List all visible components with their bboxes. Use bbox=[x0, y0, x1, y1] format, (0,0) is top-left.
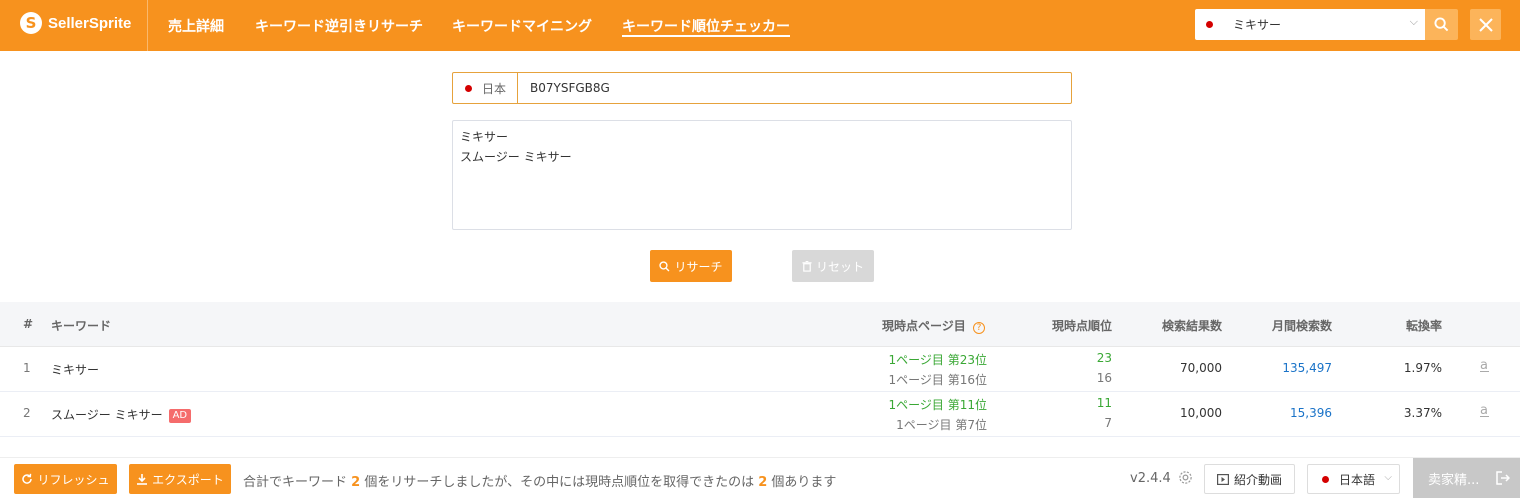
row-index: 2 bbox=[23, 406, 31, 420]
summary-text: 合計でキーワード 2 個をリサーチしましたが、その中には現時点順位を取得できたの… bbox=[243, 475, 837, 490]
version-label: v2.4.4 bbox=[1130, 471, 1171, 486]
nav-label: キーワード逆引きリサーチ bbox=[255, 18, 423, 35]
table-row: 2 スムージー ミキサー AD 1ページ目 第11位 1ページ目 第7位 11 7… bbox=[0, 392, 1520, 437]
help-icon[interactable]: ? bbox=[973, 322, 985, 334]
row-rank-sub: 7 bbox=[1104, 416, 1112, 430]
gear-icon[interactable] bbox=[1178, 470, 1193, 489]
jp-flag-icon bbox=[1206, 21, 1213, 28]
divider bbox=[147, 0, 148, 51]
row-monthly-link[interactable]: 15,396 bbox=[1290, 406, 1332, 420]
marketplace-select[interactable]: 日本 bbox=[453, 73, 518, 103]
col-current-rank: 現時点順位 bbox=[1051, 319, 1112, 333]
row-conversion: 1.97% bbox=[1403, 361, 1442, 375]
col-results: 検索結果数 bbox=[1161, 319, 1222, 333]
col-monthly-searches: 月間検索数 bbox=[1271, 319, 1332, 333]
row-conversion: 3.37% bbox=[1403, 406, 1442, 420]
logo-text: SellerSprite bbox=[48, 14, 132, 32]
summary-count: 2 bbox=[351, 475, 361, 490]
row-page-main: 1ページ目 第11位 bbox=[888, 398, 987, 412]
summary-count: 2 bbox=[758, 475, 768, 490]
row-keyword[interactable]: スムージー ミキサー bbox=[51, 408, 163, 422]
download-icon bbox=[137, 474, 148, 485]
row-keyword[interactable]: ミキサー bbox=[51, 361, 99, 378]
row-page-sub: 1ページ目 第16位 bbox=[888, 373, 987, 387]
row-rank-main: 23 bbox=[1096, 351, 1112, 365]
row-results: 10,000 bbox=[1180, 406, 1222, 420]
reset-label: リセット bbox=[815, 259, 864, 274]
logout-icon bbox=[1496, 471, 1510, 485]
col-index: # bbox=[23, 317, 34, 331]
keywords-textarea[interactable]: ミキサー スムージー ミキサー bbox=[452, 120, 1072, 230]
language-select[interactable]: 日本語 ⌵ bbox=[1307, 464, 1400, 494]
header-search-select[interactable]: ミキサー ⌵ bbox=[1195, 9, 1425, 40]
refresh-icon bbox=[22, 473, 33, 484]
search-icon bbox=[659, 260, 670, 271]
play-icon bbox=[1216, 473, 1229, 485]
close-button[interactable] bbox=[1470, 9, 1501, 40]
ad-badge: AD bbox=[168, 409, 192, 423]
active-underline bbox=[622, 35, 790, 37]
col-current-page: 現時点ページ目 ? bbox=[882, 317, 985, 334]
trash-icon bbox=[802, 260, 812, 272]
nav-label: キーワード順位チェッカー bbox=[622, 18, 790, 35]
chevron-down-icon: ⌵ bbox=[1409, 15, 1418, 28]
export-label: エクスポート bbox=[152, 472, 224, 487]
language-label: 日本語 bbox=[1339, 472, 1376, 487]
intro-video-button[interactable]: 紹介動画 bbox=[1204, 464, 1295, 494]
export-button[interactable]: エクスポート bbox=[129, 464, 231, 494]
research-button[interactable]: リサーチ bbox=[650, 250, 732, 282]
logo-icon: S bbox=[20, 12, 42, 34]
nav-label: キーワードマイニング bbox=[452, 18, 592, 35]
row-monthly-link[interactable]: 135,497 bbox=[1282, 361, 1332, 375]
nav-reverse-keyword-research[interactable]: キーワード逆引きリサーチ bbox=[255, 0, 423, 51]
chevron-down-icon: ⌵ bbox=[1384, 472, 1392, 483]
header-search-value: ミキサー bbox=[1233, 18, 1282, 32]
asin-input-group: 日本 B07YSFGB8G bbox=[452, 72, 1072, 104]
nav-sales-details[interactable]: 売上詳細 bbox=[168, 0, 224, 51]
table-row: 1 ミキサー 1ページ目 第23位 1ページ目 第16位 23 16 70,00… bbox=[0, 347, 1520, 392]
row-rank-main: 11 bbox=[1096, 396, 1112, 410]
logo[interactable]: S SellerSprite bbox=[20, 12, 131, 34]
asin-input[interactable]: B07YSFGB8G bbox=[530, 81, 610, 95]
research-label: リサーチ bbox=[674, 259, 723, 274]
account-label: 卖家精... bbox=[1428, 472, 1480, 488]
amazon-icon[interactable]: a bbox=[1480, 358, 1489, 373]
keyword-line: スムージー ミキサー bbox=[460, 150, 572, 164]
top-bar: S SellerSprite 売上詳細 キーワード逆引きリサーチ キーワードマイ… bbox=[0, 0, 1520, 51]
close-icon bbox=[1478, 17, 1493, 32]
account-button[interactable]: 卖家精... bbox=[1413, 458, 1520, 498]
refresh-label: リフレッシュ bbox=[37, 472, 110, 487]
refresh-button[interactable]: リフレッシュ bbox=[14, 464, 117, 494]
jp-flag-icon bbox=[1322, 475, 1329, 483]
row-index: 1 bbox=[23, 361, 31, 375]
amazon-icon[interactable]: a bbox=[1480, 403, 1489, 418]
intro-video-label: 紹介動画 bbox=[1233, 472, 1282, 487]
row-results: 70,000 bbox=[1180, 361, 1222, 375]
row-page-main: 1ページ目 第23位 bbox=[888, 353, 987, 367]
reset-button[interactable]: リセット bbox=[792, 250, 874, 282]
col-conversion: 転換率 bbox=[1405, 319, 1442, 333]
row-page-sub: 1ページ目 第7位 bbox=[896, 418, 987, 432]
row-rank-sub: 16 bbox=[1096, 371, 1112, 385]
nav-keyword-rank-checker[interactable]: キーワード順位チェッカー bbox=[622, 0, 790, 51]
col-keyword: キーワード bbox=[51, 319, 112, 333]
nav-label: 売上詳細 bbox=[168, 18, 224, 35]
search-icon bbox=[1434, 17, 1449, 32]
marketplace-label: 日本 bbox=[482, 81, 507, 96]
jp-flag-icon bbox=[465, 84, 472, 92]
footer-bar: リフレッシュ エクスポート 合計でキーワード 2 個をリサーチしましたが、その中… bbox=[0, 457, 1520, 498]
keyword-line: ミキサー bbox=[460, 130, 509, 144]
nav-keyword-mining[interactable]: キーワードマイニング bbox=[452, 0, 592, 51]
table-header: # キーワード 現時点ページ目 ? 現時点順位 検索結果数 月間検索数 転換率 bbox=[0, 302, 1520, 347]
row-keyword-cell: スムージー ミキサー AD bbox=[51, 406, 192, 423]
header-search-button[interactable] bbox=[1425, 9, 1458, 40]
